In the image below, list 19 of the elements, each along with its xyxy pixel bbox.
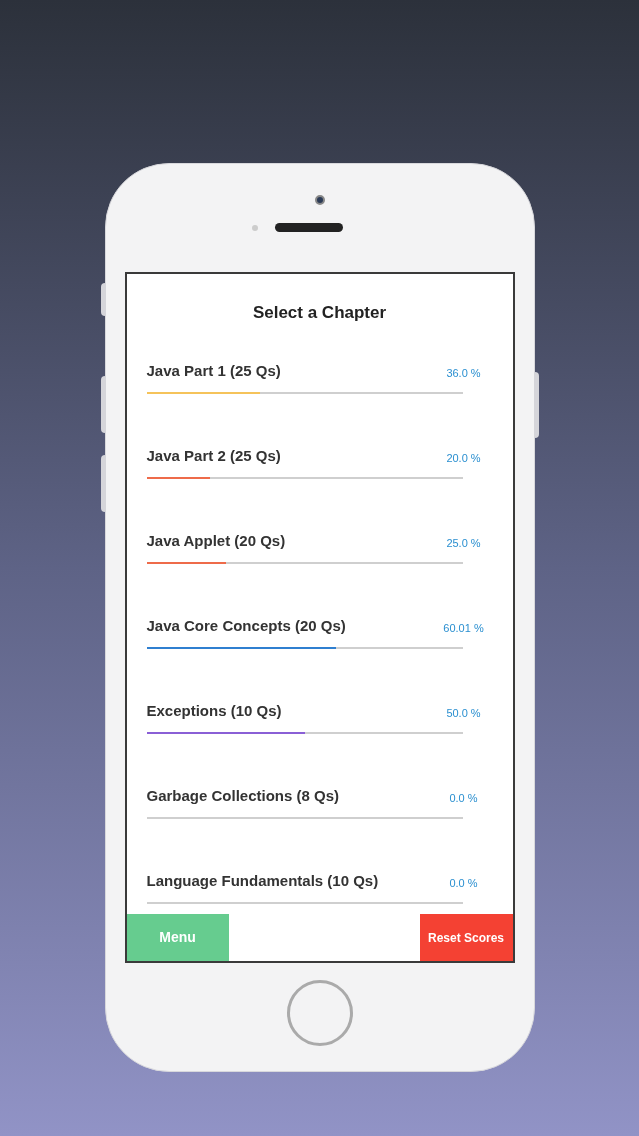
score-percent: 60.01 % [442,621,485,636]
chapter-title[interactable]: Java Part 2 (25 Qs) [146,445,434,465]
score-percent: 25.0 % [445,536,482,551]
score-percent: 0.0 % [448,876,479,891]
sensor-icon [252,224,258,231]
score-percent: 20.0 % [445,451,482,466]
chapter-title[interactable]: Exceptions (10 Qs) [146,700,434,720]
camera-icon [314,195,325,205]
chapter-title[interactable]: Java Applet (20 Qs) [146,530,434,550]
chapter-title[interactable]: Language Fundamentals (10 Qs) [146,870,434,890]
chapter-title[interactable]: Garbage Collections (8 Qs) [146,785,434,805]
chapter-title[interactable]: Java Part 1 (25 Qs) [146,360,434,380]
screen-title: Select a Chapter [251,302,388,320]
score-percent: 0.0 % [448,791,479,806]
speaker-icon [275,223,343,232]
score-percent: 36.0 % [445,366,482,381]
chapter-title[interactable]: Java Core Concepts (20 Qs) [146,615,434,635]
score-percent: 50.0 % [445,706,482,721]
reset-scores-button[interactable]: Reset Scores [419,914,513,961]
